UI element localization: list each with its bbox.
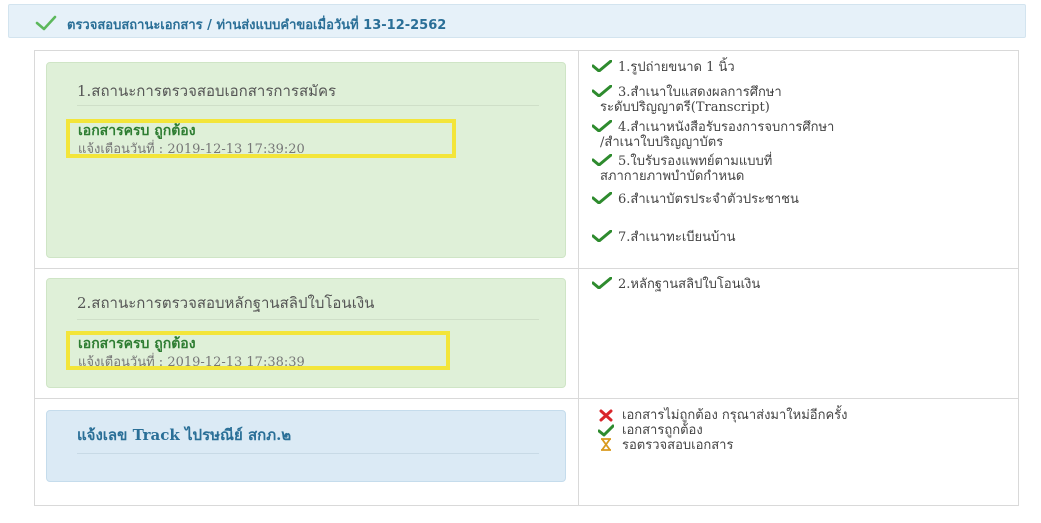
page-title: ตรวจสอบสถานะเอกสาร / ท่านส่งแบบคำขอเมื่อ… [67,18,447,33]
cross-icon [599,409,613,422]
check-icon [592,120,612,132]
row-divider [34,268,1019,269]
status-header: ตรวจสอบสถานะเอกสาร / ท่านส่งแบบคำขอเมื่อ… [8,4,1026,38]
divider [77,105,539,106]
check-icon [592,192,612,204]
section-title: 2.สถานะการตรวจสอบหลักฐานสลิปใบโอนเงิน [77,294,375,312]
divider [77,319,539,320]
row-divider [34,398,1019,399]
check-icon [598,424,614,437]
divider [77,453,539,454]
postal-tracking-card: แจ้งเลข Track ไปรษณีย์ สกภ.๒ [46,410,566,482]
notification-timestamp: แจ้งเตือนวันที่ : 2019-12-13 17:38:39 [78,355,305,370]
check-icon [592,277,612,289]
column-divider [578,50,579,506]
hourglass-icon [601,438,611,451]
notification-timestamp: แจ้งเตือนวันที่ : 2019-12-13 17:39:20 [78,142,305,157]
section-title: 1.สถานะการตรวจสอบเอกสารการสมัคร [77,82,337,100]
application-documents-status-card: 1.สถานะการตรวจสอบเอกสารการสมัคร [46,62,566,258]
check-icon [592,60,612,72]
check-icon [592,154,612,166]
tracking-title: แจ้งเลข Track ไปรษณีย์ สกภ.๒ [77,426,292,444]
check-icon [592,85,612,97]
check-icon [592,230,612,242]
document-status-page: ตรวจสอบสถานะเอกสาร / ท่านส่งแบบคำขอเมื่อ… [0,0,1041,523]
check-icon [35,15,57,31]
